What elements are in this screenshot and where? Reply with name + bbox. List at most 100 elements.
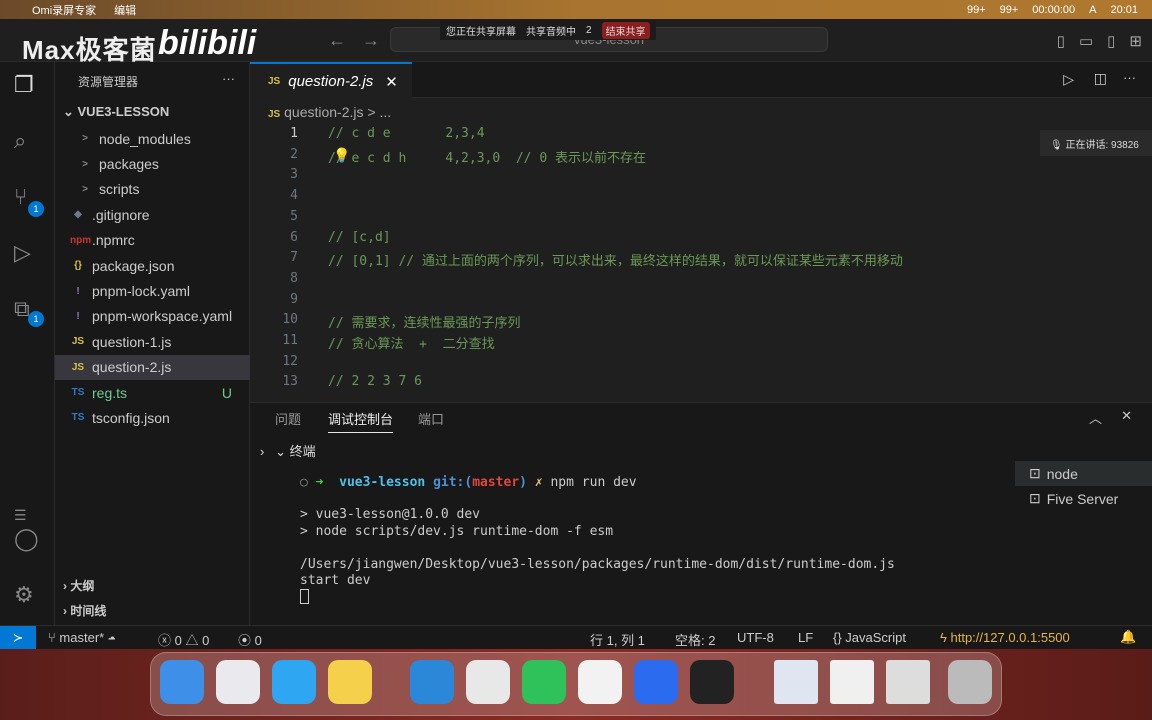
eol[interactable]: LF — [798, 630, 813, 645]
terminal-icon: ⊡ — [1029, 490, 1041, 506]
record-timer[interactable]: 00:00:00 — [1032, 4, 1075, 16]
end-share-button[interactable]: 结束共享 — [601, 21, 650, 39]
indentation[interactable]: 空格: 2 — [675, 630, 715, 649]
split-editor-icon[interactable]: ◫ — [1094, 70, 1107, 87]
line-number: 3 — [290, 167, 298, 183]
file-tree-item[interactable]: ◆ .gitignore — [55, 202, 250, 227]
maximize-panel-icon[interactable]: ︿ — [1089, 408, 1102, 427]
recorder-icon[interactable] — [690, 660, 734, 704]
file-tree-item[interactable]: ! pnpm-lock.yaml — [55, 278, 250, 303]
toggle-sidebar-icon[interactable]: ▯ — [1057, 32, 1065, 50]
problems-status[interactable]: ⓧ 0 △ 0 — [158, 630, 209, 649]
terminal-instance[interactable]: ⊡ Five Server — [1015, 486, 1152, 511]
vscode-icon[interactable] — [410, 660, 454, 704]
speaking-text: 正在讲话: 93826 — [1065, 140, 1139, 151]
terminal-icon: ⊡ — [1029, 465, 1041, 481]
file-type-icon: ! — [76, 285, 80, 297]
file-tree-item[interactable]: {} package.json — [55, 253, 250, 278]
terminal-instance[interactable]: ⊡ node — [1015, 461, 1152, 486]
file-tree-item[interactable]: > packages — [55, 151, 250, 176]
notes-icon[interactable] — [328, 660, 372, 704]
forward-icon[interactable]: → — [362, 30, 380, 51]
customize-layout-icon[interactable]: ⊞ — [1129, 32, 1142, 50]
file-name: pnpm-workspace.yaml — [92, 308, 233, 325]
terminal-section-label: 终端 — [289, 444, 316, 459]
run-debug-icon[interactable]: ▷ — [14, 240, 31, 266]
settings-gear-icon[interactable]: ⚙ — [14, 582, 34, 608]
ports-status[interactable]: ⦿ 0 — [238, 630, 262, 649]
terminal-list: ⊡ node ⊡ Five Server — [1015, 461, 1152, 511]
outline-section[interactable]: › 大纲 — [63, 577, 94, 594]
file-name: question-1.js — [92, 333, 172, 350]
file-tree-item[interactable]: ! pnpm-workspace.yaml — [55, 304, 250, 329]
file-tree-item[interactable]: JS question-1.js — [55, 329, 250, 354]
tab-debug-console[interactable]: 调试控制台 — [328, 409, 394, 433]
file-tree-item[interactable]: TS tsconfig.json — [55, 405, 250, 430]
explorer-icon[interactable]: ❐ — [14, 72, 34, 98]
branch-status[interactable]: ⑂ master* ☁ — [48, 630, 116, 645]
line-number: 13 — [282, 374, 298, 390]
file-type-icon: TS — [71, 412, 85, 424]
file-tree-item[interactable]: npm .npmrc — [55, 228, 250, 253]
notifications-icon[interactable]: 🔔 — [1120, 629, 1136, 645]
account-icon[interactable]: ◯ — [14, 526, 39, 552]
qq-badge[interactable]: 99+ — [967, 4, 986, 16]
file-tree-item[interactable]: TS reg.ts U — [55, 380, 250, 405]
tab-problems[interactable]: 问题 — [275, 409, 301, 428]
chrome-icon[interactable] — [466, 660, 510, 704]
participant-count[interactable]: 2 — [586, 25, 592, 36]
file-type-icon: ◆ — [74, 209, 82, 221]
window-thumbnail[interactable] — [774, 660, 818, 704]
wechat-icon[interactable] — [522, 660, 566, 704]
workspace-root[interactable]: ⌄ VUE3-LESSON — [63, 104, 169, 120]
run-icon[interactable]: ▷ — [1063, 71, 1074, 88]
encoding[interactable]: UTF-8 — [737, 630, 774, 645]
audio-status[interactable]: 共享音频中 — [526, 23, 576, 38]
errors-count: 0 — [174, 633, 182, 648]
close-panel-icon[interactable]: ✕ — [1121, 408, 1132, 424]
toggle-secondary-sidebar-icon[interactable]: ▯ — [1107, 32, 1115, 50]
safari-icon[interactable] — [272, 660, 316, 704]
breadcrumb[interactable]: JS question-2.js > ... — [268, 104, 391, 120]
back-icon[interactable]: ← — [328, 30, 346, 51]
lark-icon[interactable] — [634, 660, 678, 704]
cursor-position[interactable]: 行 1, 列 1 — [590, 630, 645, 649]
trash-icon[interactable] — [948, 660, 992, 704]
list-icon[interactable]: ☰ — [14, 507, 27, 524]
qq-icon[interactable] — [578, 660, 622, 704]
finder-icon[interactable] — [160, 660, 204, 704]
file-name: .npmrc — [92, 232, 135, 249]
five-server-link[interactable]: ϟ http://127.0.0.1:5500 — [940, 630, 1070, 645]
wechat-badge[interactable]: 99+ — [1000, 4, 1019, 16]
search-icon[interactable]: ⌕ — [14, 128, 26, 154]
language-mode[interactable]: {} JavaScript — [833, 630, 906, 645]
remote-icon[interactable]: ≻ — [0, 626, 36, 650]
tab-ports[interactable]: 端口 — [418, 409, 444, 428]
terminal-output-line: > node scripts/dev.js runtime-dom -f esm — [300, 523, 614, 539]
menu-edit[interactable]: 编辑 — [114, 2, 136, 18]
more-icon[interactable]: ··· — [1123, 70, 1136, 85]
file-tree-item[interactable]: > scripts — [55, 177, 250, 202]
file-name: package.json — [92, 257, 175, 274]
prompt-dirty: ✗ — [534, 475, 543, 490]
more-actions-icon[interactable]: ··· — [222, 71, 235, 86]
window-thumbnail[interactable] — [886, 660, 930, 704]
file-name: packages — [99, 156, 159, 173]
menu-app[interactable]: Omi录屏专家 — [32, 2, 96, 18]
explorer-sidebar: 资源管理器 ··· ⌄ VUE3-LESSON > node_modules > pa… — [55, 62, 250, 625]
toggle-panel-icon[interactable]: ▭ — [1079, 32, 1093, 50]
file-tree-item[interactable]: JS question-2.js — [55, 354, 250, 380]
outline-label: 大纲 — [70, 579, 95, 593]
tab-question-2[interactable]: JS question-2.js ✕ — [250, 62, 412, 99]
clock: 20:01 — [1110, 3, 1138, 16]
timeline-section[interactable]: › 时间线 — [63, 602, 106, 619]
launchpad-icon[interactable] — [216, 660, 260, 704]
window-thumbnail[interactable] — [830, 660, 874, 704]
lightbulb-icon[interactable]: 💡 — [333, 147, 350, 164]
close-icon[interactable]: ✕ — [385, 73, 398, 91]
breadcrumb-path: question-2.js > ... — [284, 104, 392, 120]
terminal-section[interactable]: › ⌄ 终端 — [260, 441, 316, 460]
file-tree-item[interactable]: > node_modules — [55, 126, 250, 151]
input-method[interactable]: A — [1089, 4, 1096, 16]
source-control-icon[interactable]: ⑂ — [14, 184, 27, 210]
